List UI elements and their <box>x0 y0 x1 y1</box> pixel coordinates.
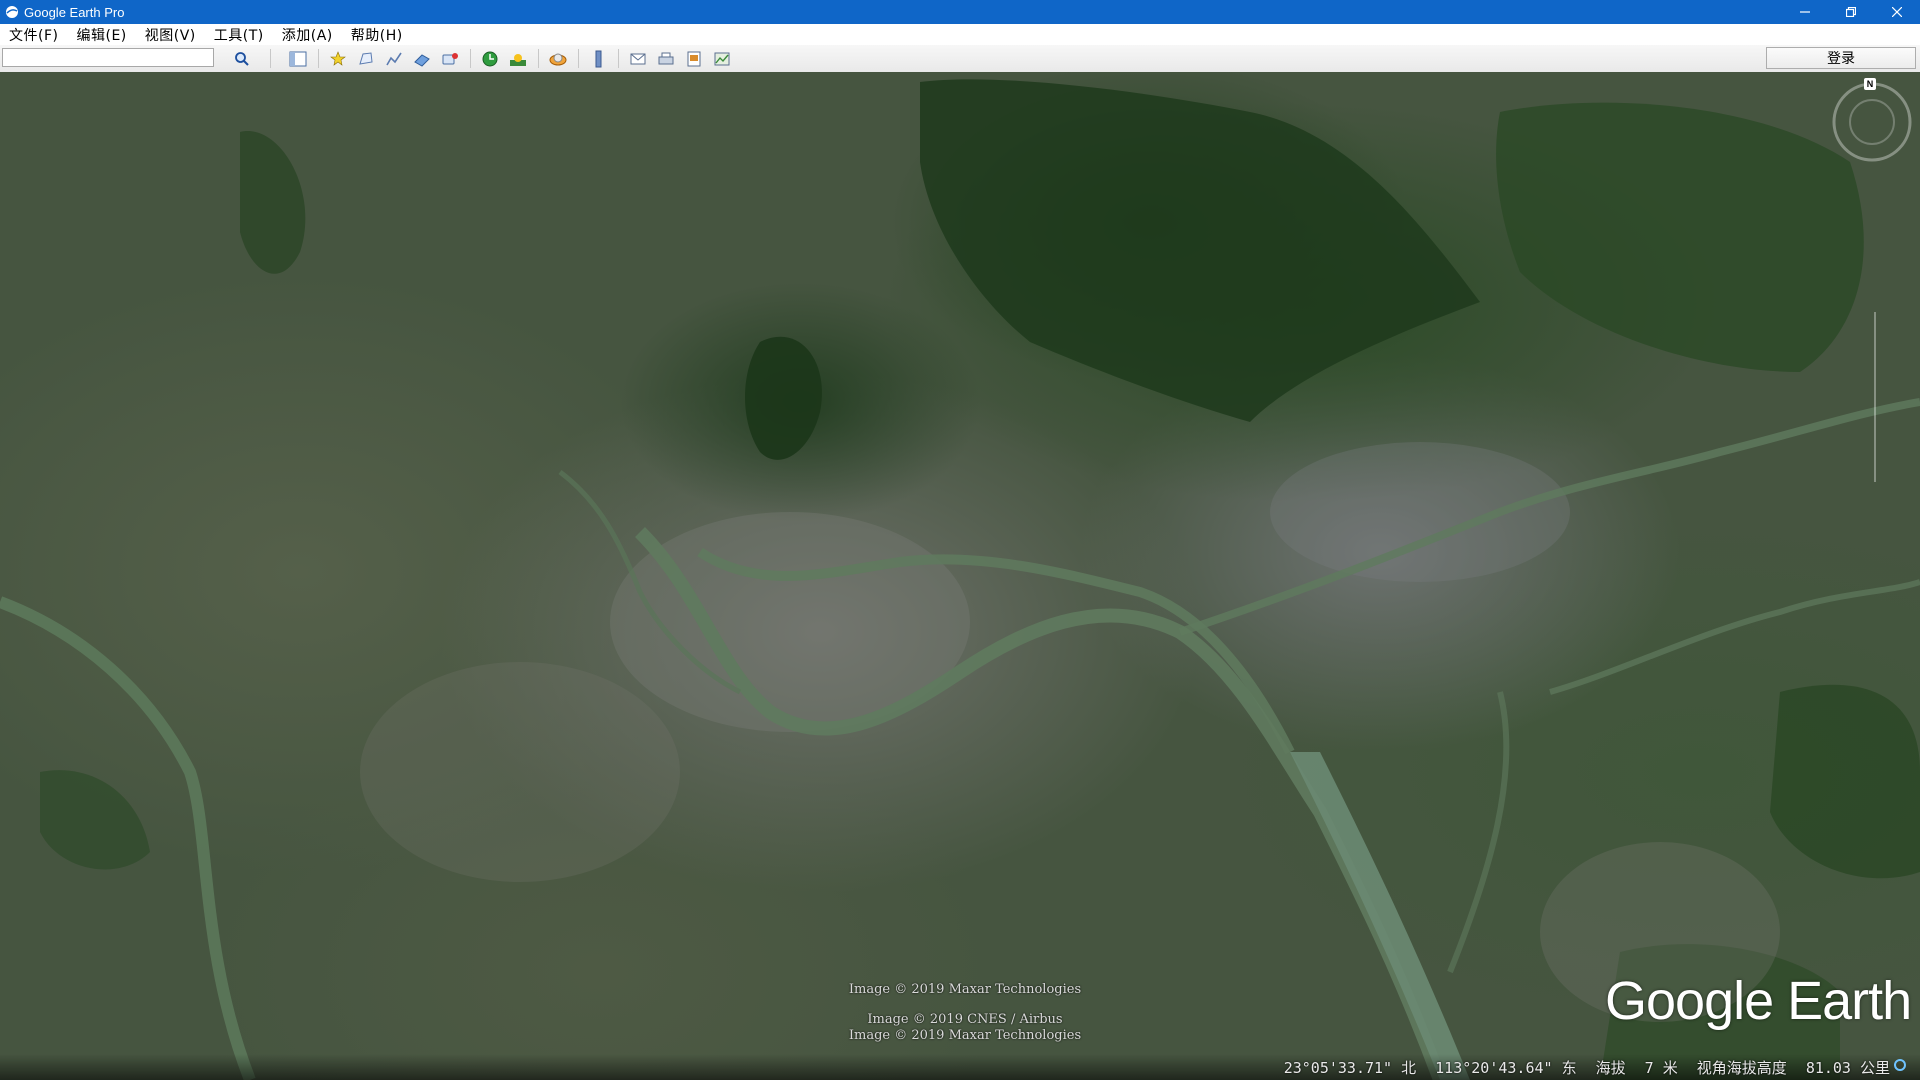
google-earth-app-icon <box>4 4 20 20</box>
restore-icon <box>1846 7 1856 17</box>
search-button[interactable] <box>230 48 254 69</box>
menu-bar: 文件(F) 编辑(E) 视图(V) 工具(T) 添加(A) 帮助(H) <box>0 24 1920 45</box>
restore-button[interactable] <box>1828 0 1874 24</box>
view-in-maps-button[interactable] <box>710 48 734 69</box>
planet-icon <box>549 53 567 65</box>
add-placemark-button[interactable] <box>326 48 350 69</box>
latitude-readout: 23°05'33.71" 北 <box>1283 1059 1417 1077</box>
view-in-maps-icon <box>714 52 730 65</box>
print-button[interactable] <box>654 48 678 69</box>
elevation-value: 7 米 <box>1644 1059 1678 1077</box>
email-icon <box>630 53 646 64</box>
add-path-button[interactable] <box>382 48 406 69</box>
placemark-icon <box>330 50 346 66</box>
save-image-icon <box>687 51 701 66</box>
menu-tools[interactable]: 工具(T) <box>205 25 273 45</box>
minimize-button[interactable] <box>1782 0 1828 24</box>
navigation-compass[interactable] <box>1830 80 1914 164</box>
close-button[interactable] <box>1874 0 1920 24</box>
print-icon <box>658 52 674 64</box>
status-bar: 23°05'33.71" 北 113°20'43.64" 东 海拔 7 米 视角… <box>0 1054 1920 1080</box>
menu-file[interactable]: 文件(F) <box>0 25 67 45</box>
historical-imagery-icon <box>482 51 498 66</box>
sunlight-icon <box>510 53 526 66</box>
menu-edit[interactable]: 编辑(E) <box>67 25 135 45</box>
sunlight-button[interactable] <box>506 48 530 69</box>
credit-line: Image © 2019 Maxar Technologies <box>848 1028 1082 1043</box>
close-icon <box>1892 7 1902 17</box>
record-tour-icon <box>442 52 458 64</box>
minimize-icon <box>1800 11 1810 13</box>
sidebar-toggle-button[interactable] <box>286 48 310 69</box>
longitude-readout: 113°20'43.64" 东 <box>1435 1059 1577 1077</box>
window-title: Google Earth Pro <box>24 4 125 20</box>
imagery-credits: Image © 2019 Maxar Technologies Image © … <box>840 982 1090 1044</box>
eye-altitude-value: 81.03 公里 <box>1805 1059 1890 1077</box>
record-tour-button[interactable] <box>438 48 462 69</box>
historical-imagery-button[interactable] <box>478 48 502 69</box>
credit-line: Image © 2019 Maxar Technologies <box>848 982 1082 997</box>
satellite-imagery <box>0 79 1920 1080</box>
credit-line: Image © 2019 CNES / Airbus <box>867 1012 1063 1027</box>
elevation-label: 海拔 <box>1595 1059 1626 1077</box>
title-bar: Google Earth Pro <box>0 0 1920 24</box>
streaming-status-icon <box>1894 1059 1906 1071</box>
toolbar: 登录 <box>0 45 1920 73</box>
search-icon <box>235 51 249 66</box>
image-overlay-icon <box>414 53 430 67</box>
email-button[interactable] <box>626 48 650 69</box>
menu-view[interactable]: 视图(V) <box>136 25 205 45</box>
polygon-icon <box>359 51 373 65</box>
compass-north-marker[interactable]: N <box>1864 78 1876 90</box>
login-button[interactable]: 登录 <box>1766 47 1916 69</box>
status-readout: 23°05'33.71" 北 113°20'43.64" 东 海拔 7 米 视角… <box>1274 1057 1890 1078</box>
sidebar-toggle-icon <box>289 51 307 66</box>
ruler-icon <box>595 50 602 67</box>
zoom-slider[interactable] <box>1874 312 1876 482</box>
add-polygon-button[interactable] <box>354 48 378 69</box>
menu-help[interactable]: 帮助(H) <box>342 25 412 45</box>
menu-add[interactable]: 添加(A) <box>273 25 342 45</box>
eye-altitude-label: 视角海拔高度 <box>1696 1059 1787 1077</box>
planet-switch-button[interactable] <box>546 48 570 69</box>
save-image-button[interactable] <box>682 48 706 69</box>
search-input[interactable] <box>2 48 214 67</box>
map-view[interactable]: N Image © 2019 Maxar Technologies Image … <box>0 72 1920 1080</box>
path-icon <box>386 52 402 65</box>
add-image-overlay-button[interactable] <box>410 48 434 69</box>
google-earth-logo: Google Earth <box>1605 971 1912 1031</box>
ruler-button[interactable] <box>586 48 610 69</box>
